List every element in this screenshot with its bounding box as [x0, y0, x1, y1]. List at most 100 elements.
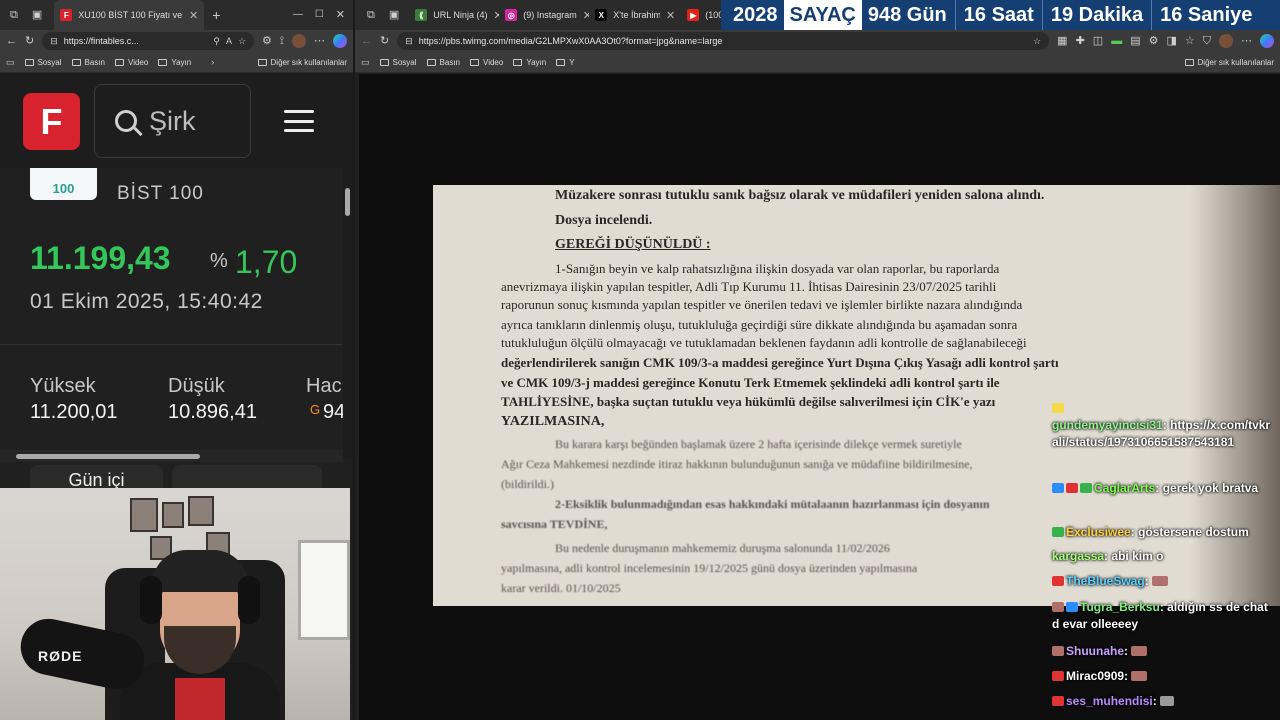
- bookmark-folder[interactable]: Basın: [426, 58, 460, 67]
- site-info-icon[interactable]: ⊟: [50, 36, 58, 46]
- tab-x[interactable]: X X'te İbrahim ✕: [589, 0, 681, 30]
- folder-icon: [470, 58, 479, 66]
- bookmark-folder[interactable]: Sosyal: [24, 58, 62, 67]
- shield-icon[interactable]: ⛉: [1203, 35, 1211, 47]
- favorite-star-icon[interactable]: ☆: [1033, 36, 1041, 46]
- badge-icon: [1052, 403, 1064, 413]
- close-tab-icon[interactable]: ✕: [189, 9, 198, 22]
- search-icon: [115, 110, 137, 132]
- document-line: anevrizmaya ilişkin yapılan tespitler, A…: [501, 279, 997, 294]
- tab-actions-icon[interactable]: ▣: [32, 9, 42, 21]
- more-menu-icon[interactable]: ⋯: [1241, 35, 1252, 47]
- divider: [1041, 0, 1043, 30]
- close-window-icon[interactable]: ✕: [336, 9, 345, 21]
- divider: [954, 0, 956, 30]
- favorites-icon[interactable]: ☆: [1185, 35, 1195, 47]
- close-tab-icon[interactable]: ✕: [666, 9, 675, 22]
- chat-message: gundemyayincisi31: https://x.com/tvkrali…: [1052, 400, 1276, 451]
- favorite-star-icon[interactable]: ☆: [238, 36, 246, 46]
- fintables-logo[interactable]: F: [23, 93, 80, 150]
- emote-icon: [1131, 671, 1148, 681]
- split-screen-icon[interactable]: ◨: [1166, 35, 1176, 47]
- back-icon[interactable]: ←: [6, 35, 17, 47]
- extension-icon[interactable]: ▤: [1130, 35, 1140, 47]
- back-icon[interactable]: ←: [361, 35, 372, 47]
- bookmark-folder[interactable]: Video: [115, 58, 148, 67]
- emote-icon: [1131, 646, 1148, 656]
- tab-url-ninja[interactable]: ⟪ URL Ninja (4) ✕: [409, 0, 499, 30]
- hamburger-menu-icon[interactable]: [284, 110, 314, 132]
- document-line: değerlendirilerek sanığın CMK 109/3-a ma…: [501, 355, 1059, 370]
- refresh-icon[interactable]: ↻: [380, 35, 389, 47]
- url-text: https://fintables.c...: [63, 36, 139, 46]
- document-line: savcısına TEVDİNE,: [501, 517, 608, 531]
- workspaces-icon[interactable]: ⧉: [367, 9, 375, 21]
- url-field[interactable]: ⊟ https://pbs.twimg.com/media/G2LMPXwX0A…: [397, 32, 1050, 50]
- badge-icon: [1052, 576, 1064, 586]
- chat-message: CaglarArts: gerek yok bratva: [1052, 480, 1276, 497]
- badge-icon: [1052, 696, 1064, 706]
- document-line: 1-Sanığın beyin ve kalp rahatsızlığına i…: [555, 261, 1000, 276]
- profile-avatar[interactable]: [292, 34, 306, 48]
- horizontal-scrollbar[interactable]: [0, 450, 343, 462]
- read-aloud-icon[interactable]: A: [226, 36, 232, 46]
- new-tab-icon[interactable]: +: [212, 8, 220, 22]
- workspaces-icon[interactable]: ⧉: [10, 9, 18, 21]
- chevron-right-icon[interactable]: ›: [211, 57, 214, 67]
- folder-icon: [158, 58, 168, 66]
- zoom-icon[interactable]: ⚲: [213, 36, 220, 46]
- stat-low-label: Düşük: [168, 375, 225, 397]
- profile-avatar[interactable]: [1219, 34, 1233, 48]
- search-input[interactable]: Şirk: [94, 84, 251, 158]
- vertical-scrollbar[interactable]: [343, 168, 353, 458]
- copilot-icon[interactable]: [333, 34, 347, 48]
- badge-icon: [1052, 671, 1064, 681]
- scroll-thumb[interactable]: [16, 454, 200, 459]
- more-menu-icon[interactable]: ⋯: [314, 35, 325, 47]
- site-info-icon[interactable]: ⊟: [405, 36, 413, 46]
- extension-icon[interactable]: ▬: [1111, 35, 1122, 47]
- chat-username: kargassa: [1052, 549, 1105, 563]
- bookmark-folder[interactable]: Y: [556, 58, 575, 67]
- countdown-year: 2028: [733, 3, 778, 26]
- bookmark-folder[interactable]: Sosyal: [379, 58, 417, 67]
- bookmark-folder[interactable]: Basın: [71, 58, 105, 67]
- collections-icon[interactable]: ⟟: [280, 35, 284, 47]
- document-heading: GEREĞİ DÜŞÜNÜLDÜ :: [555, 237, 711, 252]
- document-line: 2-Eksiklik bulunmadığından esas hakkında…: [555, 497, 990, 511]
- minimize-icon[interactable]: —: [293, 10, 303, 20]
- maximize-icon[interactable]: ☐: [315, 10, 324, 20]
- instagram-icon: ◎: [505, 9, 518, 21]
- stat-volume-label: Hac: [306, 375, 342, 397]
- folder-icon: [257, 58, 267, 66]
- refresh-icon[interactable]: ↻: [25, 35, 34, 47]
- countdown-banner: 2028 SAYAÇ 948 Gün 16 Saat 19 Dakika 16 …: [721, 0, 1280, 30]
- extension-icon[interactable]: ▦: [1057, 35, 1067, 47]
- scroll-thumb[interactable]: [345, 188, 350, 216]
- url-field[interactable]: ⊟ https://fintables.c... ⚲ A ☆: [42, 32, 255, 50]
- document-line: Dosya incelendi.: [555, 213, 653, 228]
- tab-actions-icon[interactable]: ▣: [389, 9, 399, 21]
- tab-instagram[interactable]: ◎ (9) Instagram ✕: [499, 0, 589, 30]
- bookmark-folder[interactable]: Video: [470, 58, 503, 67]
- extension-icon[interactable]: ✚: [1076, 35, 1085, 47]
- tab-youtube[interactable]: ▶ (100: [681, 0, 721, 30]
- badge-icon: [1052, 602, 1064, 612]
- bookmark-folder[interactable]: Yayın: [158, 58, 191, 67]
- chat-username: CaglarArts: [1094, 481, 1156, 495]
- extension-icon[interactable]: ◫: [1093, 35, 1103, 47]
- bookmarks-menu-icon[interactable]: ▭: [361, 57, 370, 67]
- chat-message: kargassa: abi kim o: [1052, 549, 1164, 563]
- document-line: karar verildi. 01/10/2025: [501, 581, 621, 595]
- other-favorites[interactable]: Diğer sık kullanılanlar: [257, 58, 347, 67]
- other-favorites[interactable]: Diğer sık kullanılanlar: [1184, 58, 1274, 67]
- extensions-icon[interactable]: ⚙: [1149, 35, 1159, 47]
- tab-fintables[interactable]: F XU100 BİST 100 Fiyatı ve Grafiği ✕: [54, 0, 205, 30]
- extensions-icon[interactable]: ⚙: [262, 35, 272, 47]
- right-bookmarks-bar: ▭ Sosyal Basın Video Yayın Y Diğer sık k…: [355, 52, 1280, 73]
- copilot-icon[interactable]: [1260, 34, 1274, 48]
- bookmarks-menu-icon[interactable]: ▭: [6, 57, 15, 67]
- bookmark-folder[interactable]: Yayın: [513, 58, 546, 67]
- chat-username: TheBlueSwag: [1066, 574, 1145, 588]
- chat-message: Exclusiwee: göstersene dostum: [1052, 524, 1276, 541]
